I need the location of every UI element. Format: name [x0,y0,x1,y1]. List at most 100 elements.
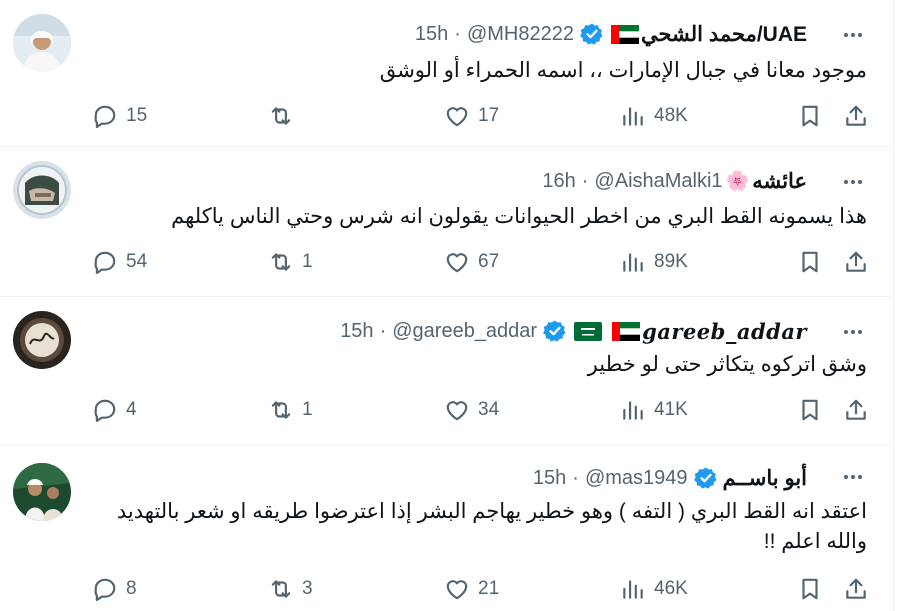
share-icon [846,105,866,126]
reply-icon [94,251,116,275]
reply-button[interactable]: 54 [92,245,147,279]
display-name[interactable]: gareeb_addar [642,319,807,344]
timestamp[interactable]: 16h [542,170,575,193]
reply-icon [94,399,116,423]
avatar[interactable] [13,14,71,72]
avatar[interactable] [13,311,71,369]
more-icon[interactable] [836,462,870,492]
bookmark-button[interactable] [797,572,823,606]
action-bar: 8 3 21 46K [0,572,893,606]
more-icon[interactable] [836,317,870,347]
tweet-text: هذا يسمونه القط البري من اخطر الحيوانات … [171,202,867,232]
repost-button[interactable]: 1 [268,245,313,279]
timestamp[interactable]: 15h [415,23,448,46]
repost-button[interactable] [268,99,302,133]
user-handle[interactable]: @AishaMalki1 [594,170,722,193]
heart-icon [446,580,468,600]
views-count: 46K [654,578,688,599]
timestamp[interactable]: 15h [340,320,373,343]
share-icon [846,399,866,420]
user-handle[interactable]: @MH82222 [467,23,574,46]
avatar[interactable] [13,161,71,219]
reply-count: 15 [126,105,148,126]
separator-dot: · [454,22,461,45]
separator-dot: · [572,466,579,489]
tweet[interactable]: عائشه 🌸 @AishaMalki1 · 16h هذا يسمونه ال… [0,147,893,297]
bookmark-icon [802,399,818,421]
reply-button[interactable]: 15 [92,99,147,133]
verified-badge-icon[interactable] [688,466,723,490]
views-count: 41K [654,399,688,420]
heart-icon [446,401,468,421]
verified-badge-icon[interactable] [574,22,609,46]
verified-badge-icon[interactable] [537,319,572,343]
views-button[interactable]: 46K [620,572,688,606]
tweet-header: أبو باســم @mas1949 · 15h [533,463,807,493]
repost-icon [271,401,291,419]
display-name[interactable]: محمد الشحي/UAE [641,22,807,47]
views-count: 89K [654,251,688,272]
uae-flag-icon [610,24,639,44]
repost-button[interactable]: 1 [268,393,313,427]
user-handle[interactable]: @mas1949 [585,467,688,490]
timestamp[interactable]: 15h [533,467,566,490]
share-button[interactable] [843,99,869,133]
repost-count: 1 [302,399,313,420]
reply-button[interactable]: 4 [92,393,137,427]
tweet-header: محمد الشحي/UAE @MH82222 · 15h [415,19,807,49]
tweet-text-line: والله اعلم !! [763,530,867,553]
like-count: 17 [478,105,500,126]
tweet[interactable]: أبو باســم @mas1949 · 15h اعتقد انه القط… [0,445,893,611]
tweet-text-line: موجود معانا في جبال الإمارات ،، اسمه الح… [379,59,867,82]
views-icon [623,580,643,599]
repost-icon [271,580,291,598]
repost-button[interactable]: 3 [268,572,313,606]
tweet-text: اعتقد انه القط البري ( التفه ) وهو خطير … [117,497,867,557]
tweet[interactable]: gareeb_addar @gareeb_addar · 15h وشق اتر… [0,297,893,445]
reply-icon [94,578,116,602]
bookmark-icon [802,105,818,127]
replies-timeline: محمد الشحي/UAE @MH82222 · 15h موجود معان… [0,0,894,611]
reply-button[interactable]: 8 [92,572,137,606]
views-button[interactable]: 41K [620,393,688,427]
tweet-header: gareeb_addar @gareeb_addar · 15h [340,316,807,346]
action-bar: 54 1 67 89K [0,245,893,279]
saudi-flag-icon [574,321,603,341]
bookmark-button[interactable] [797,245,823,279]
more-icon[interactable] [836,20,870,50]
user-handle[interactable]: @gareeb_addar [392,320,537,343]
views-count: 48K [654,105,688,126]
tweet[interactable]: محمد الشحي/UAE @MH82222 · 15h موجود معان… [0,0,893,147]
display-name[interactable]: عائشه [752,169,807,194]
views-button[interactable]: 89K [620,245,688,279]
like-button[interactable]: 21 [444,572,499,606]
bookmark-icon [802,578,818,600]
views-icon [623,253,643,272]
like-button[interactable]: 67 [444,245,499,279]
reply-icon [94,105,116,129]
views-button[interactable]: 48K [620,99,688,133]
action-bar: 4 1 34 41K [0,393,893,427]
display-name[interactable]: أبو باســم [723,466,807,491]
reply-count: 8 [126,578,137,599]
bookmark-icon [802,251,818,273]
tweet-text-line: وشق اتركوه يتكاثر حتى لو خطير [587,353,867,376]
bookmark-button[interactable] [797,393,823,427]
views-icon [623,107,643,126]
share-button[interactable] [843,572,869,606]
avatar[interactable] [13,463,71,521]
share-button[interactable] [843,393,869,427]
views-icon [623,401,643,420]
like-button[interactable]: 17 [444,99,499,133]
repost-count: 1 [302,251,313,272]
more-icon[interactable] [836,167,870,197]
flower-emoji: 🌸 [725,171,750,192]
tweet-text: موجود معانا في جبال الإمارات ،، اسمه الح… [380,56,867,86]
bookmark-button[interactable] [797,99,823,133]
heart-icon [446,107,468,127]
share-button[interactable] [843,245,869,279]
tweet-text-line: هذا يسمونه القط البري من اخطر الحيوانات … [171,205,867,228]
tweet-text-line: اعتقد انه القط البري ( التفه ) وهو خطير … [116,500,867,523]
share-icon [846,578,866,599]
like-button[interactable]: 34 [444,393,499,427]
